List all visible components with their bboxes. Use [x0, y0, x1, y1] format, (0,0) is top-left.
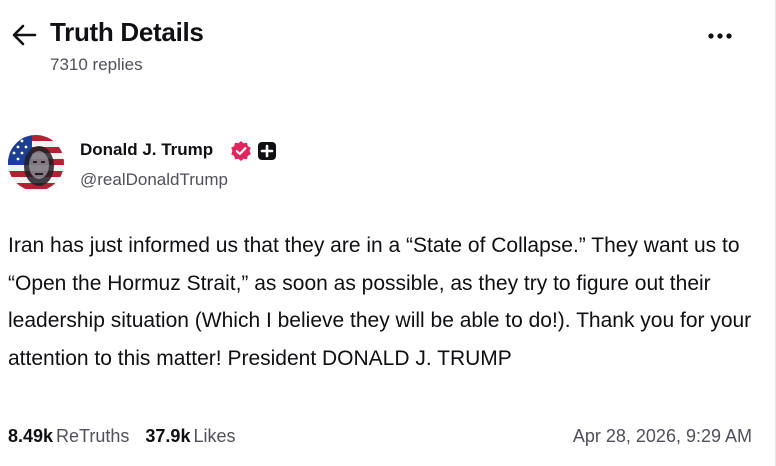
avatar[interactable]: [8, 135, 64, 191]
likes-count: 37.9k: [145, 426, 191, 446]
more-options-button[interactable]: [702, 24, 738, 48]
post-timestamp: Apr 28, 2026, 9:29 AM: [572, 426, 752, 446]
author-handle[interactable]: @realDonaldTrump: [80, 170, 228, 190]
likes-stat[interactable]: 37.9k Likes: [145, 426, 235, 447]
retruths-label: ReTruths: [56, 426, 130, 446]
author-display-name[interactable]: Donald J. Trump: [80, 140, 213, 160]
plus-square-icon: [258, 142, 276, 160]
back-button[interactable]: [10, 22, 38, 48]
retruths-count: 8.49k: [8, 426, 54, 446]
page-title: Truth Details: [50, 17, 204, 47]
likes-label: Likes: [193, 426, 236, 446]
retruths-stat[interactable]: 8.49k ReTruths: [8, 426, 129, 447]
verified-badge-icon: [231, 141, 251, 161]
replies-count[interactable]: 7310 replies: [50, 55, 143, 75]
post-stats: 8.49k ReTruths 37.9k Likes: [8, 426, 235, 447]
post-text: Iran has just informed us that they are …: [8, 234, 752, 370]
author-badges: [230, 140, 277, 162]
page-header: Truth Details 7310 replies: [0, 0, 775, 100]
truth-details-page: Truth Details 7310 replies Donald J. Tru…: [0, 0, 776, 466]
arrow-left-icon: [12, 24, 37, 46]
author-block: Donald J. Trump @realDonaldTrump: [0, 130, 775, 200]
more-horizontal-icon: [708, 33, 732, 39]
